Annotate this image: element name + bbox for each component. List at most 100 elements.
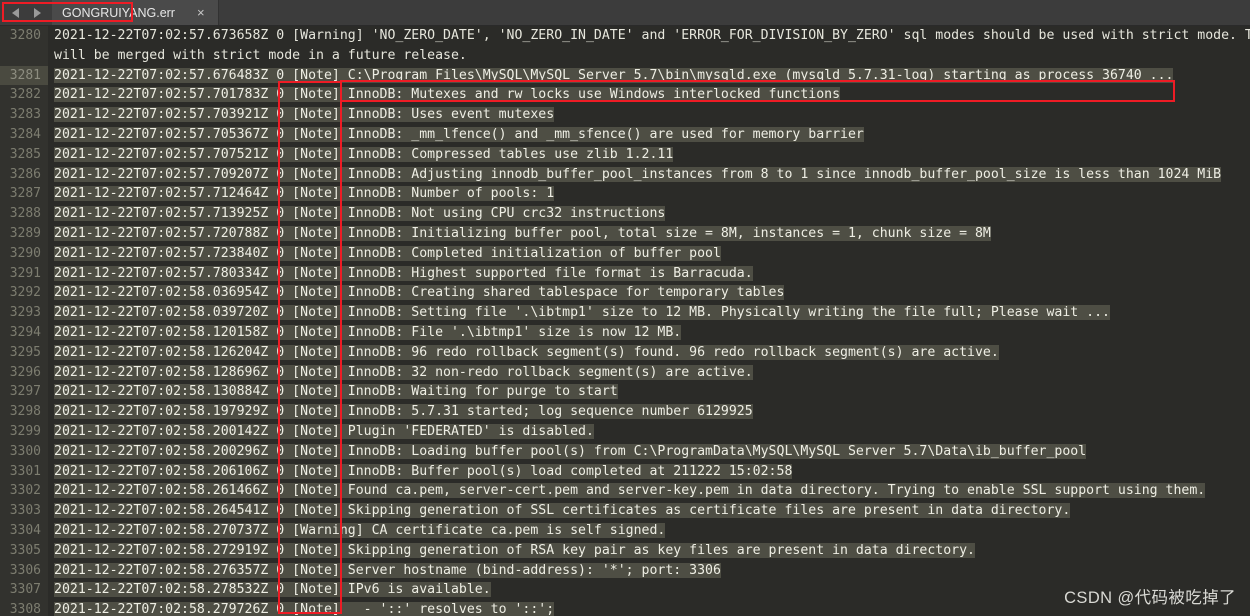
log-line[interactable]: 2021-12-22T07:02:58.270737Z 0 [Warning] … bbox=[48, 521, 1250, 541]
log-line[interactable]: 2021-12-22T07:02:57.780334Z 0 [Note] Inn… bbox=[48, 264, 1250, 284]
line-number: 3287 bbox=[9, 186, 41, 202]
log-line-text: 2021-12-22T07:02:57.701783Z 0 [Note] Inn… bbox=[54, 87, 841, 103]
tab-bar-empty-area bbox=[219, 0, 1250, 25]
tab-label: GONGRUIYANG.err bbox=[62, 5, 175, 20]
log-line[interactable]: 2021-12-22T07:02:58.130884Z 0 [Note] Inn… bbox=[48, 382, 1250, 402]
line-number-gutter: 3280 3281 3282 3283 3284 3285 3286 3287 3288 3289… bbox=[0, 26, 48, 616]
log-line[interactable]: 2021-12-22T07:02:58.128696Z 0 [Note] Inn… bbox=[48, 363, 1250, 383]
log-line[interactable]: 2021-12-22T07:02:57.712464Z 0 [Note] Inn… bbox=[48, 184, 1250, 204]
log-line[interactable]: 2021-12-22T07:02:57.676483Z 0 [Note] C:\… bbox=[48, 66, 1250, 86]
line-number: 3297 bbox=[9, 384, 41, 400]
log-line-text: will be merged with strict mode in a fut… bbox=[54, 47, 467, 63]
log-line[interactable]: 2021-12-22T07:02:58.120158Z 0 [Note] Inn… bbox=[48, 323, 1250, 343]
log-line-text: 2021-12-22T07:02:58.126204Z 0 [Note] Inn… bbox=[54, 344, 999, 360]
line-number: 3280 bbox=[9, 28, 41, 43]
tab-bar: GONGRUIYANG.err × bbox=[0, 0, 1250, 26]
log-line-text: 2021-12-22T07:02:58.261466Z 0 [Note] Fou… bbox=[54, 483, 1206, 499]
log-line[interactable]: 2021-12-22T07:02:57.705367Z 0 [Note] Inn… bbox=[48, 125, 1250, 145]
log-line-text: 2021-12-22T07:02:58.278532Z 0 [Note] IPv… bbox=[54, 582, 491, 598]
log-line[interactable]: 2021-12-22T07:02:58.039720Z 0 [Note] Inn… bbox=[48, 303, 1250, 323]
log-line[interactable]: 2021-12-22T07:02:58.276357Z 0 [Note] Ser… bbox=[48, 561, 1250, 581]
log-line[interactable]: 2021-12-22T07:02:58.206106Z 0 [Note] Inn… bbox=[48, 462, 1250, 482]
log-line[interactable]: 2021-12-22T07:02:57.720788Z 0 [Note] Inn… bbox=[48, 224, 1250, 244]
line-number: 3307 bbox=[9, 582, 41, 598]
log-line-text: 2021-12-22T07:02:58.276357Z 0 [Note] Ser… bbox=[54, 562, 721, 578]
log-line-text: 2021-12-22T07:02:58.039720Z 0 [Note] Inn… bbox=[54, 305, 1110, 321]
log-line-text: 2021-12-22T07:02:57.703921Z 0 [Note] Inn… bbox=[54, 107, 555, 123]
line-number: 3285 bbox=[9, 146, 41, 162]
log-line-text: 2021-12-22T07:02:58.200296Z 0 [Note] Inn… bbox=[54, 443, 1087, 459]
line-number: 3295 bbox=[9, 344, 41, 360]
line-number: 3303 bbox=[9, 503, 41, 519]
line-number: 3300 bbox=[9, 443, 41, 459]
line-number: 3299 bbox=[9, 423, 41, 439]
log-line[interactable]: 2021-12-22T07:02:58.261466Z 0 [Note] Fou… bbox=[48, 481, 1250, 501]
tab-nav-arrows[interactable] bbox=[0, 0, 52, 25]
line-number: 3290 bbox=[9, 245, 41, 261]
log-editor[interactable]: 3280 3281 3282 3283 3284 3285 3286 3287 3288 3289… bbox=[0, 26, 1250, 616]
log-line-text: 2021-12-22T07:02:57.673658Z 0 [Warning] … bbox=[54, 28, 1250, 43]
log-line-text: 2021-12-22T07:02:57.676483Z 0 [Note] C:\… bbox=[54, 67, 1174, 83]
log-line-text: 2021-12-22T07:02:57.712464Z 0 [Note] Inn… bbox=[54, 186, 555, 202]
log-line[interactable]: 2021-12-22T07:02:58.264541Z 0 [Note] Ski… bbox=[48, 501, 1250, 521]
line-number: 3298 bbox=[9, 404, 41, 420]
log-line-text: 2021-12-22T07:02:58.206106Z 0 [Note] Inn… bbox=[54, 463, 793, 479]
log-line-text: 2021-12-22T07:02:58.279726Z 0 [Note] - '… bbox=[54, 602, 555, 616]
log-line[interactable]: 2021-12-22T07:02:57.673658Z 0 [Warning] … bbox=[48, 26, 1250, 46]
close-icon[interactable]: × bbox=[197, 6, 205, 19]
log-line[interactable]: 2021-12-22T07:02:57.701783Z 0 [Note] Inn… bbox=[48, 85, 1250, 105]
log-line-text: 2021-12-22T07:02:58.130884Z 0 [Note] Inn… bbox=[54, 384, 618, 400]
log-line[interactable]: 2021-12-22T07:02:57.723840Z 0 [Note] Inn… bbox=[48, 244, 1250, 264]
log-line-text: 2021-12-22T07:02:58.197929Z 0 [Note] Inn… bbox=[54, 404, 753, 420]
log-line[interactable]: 2021-12-22T07:02:58.278532Z 0 [Note] IPv… bbox=[48, 580, 1250, 600]
line-number bbox=[0, 46, 48, 66]
log-line-text: 2021-12-22T07:02:58.200142Z 0 [Note] Plu… bbox=[54, 423, 594, 439]
line-number: 3289 bbox=[9, 225, 41, 241]
line-number: 3282 bbox=[9, 87, 41, 103]
line-number: 3308 bbox=[9, 602, 41, 616]
log-line-text: 2021-12-22T07:02:58.270737Z 0 [Warning] … bbox=[54, 522, 666, 538]
log-line-text: 2021-12-22T07:02:57.713925Z 0 [Note] Inn… bbox=[54, 206, 666, 222]
log-line[interactable]: 2021-12-22T07:02:57.713925Z 0 [Note] Inn… bbox=[48, 204, 1250, 224]
log-line[interactable]: 2021-12-22T07:02:58.126204Z 0 [Note] Inn… bbox=[48, 343, 1250, 363]
log-line-text: 2021-12-22T07:02:58.272919Z 0 [Note] Ski… bbox=[54, 542, 975, 558]
line-number: 3305 bbox=[9, 542, 41, 558]
log-line[interactable]: will be merged with strict mode in a fut… bbox=[48, 46, 1250, 66]
log-line[interactable]: 2021-12-22T07:02:58.272919Z 0 [Note] Ski… bbox=[48, 541, 1250, 561]
line-number: 3296 bbox=[9, 364, 41, 380]
line-number: 3294 bbox=[9, 324, 41, 340]
log-line-text: 2021-12-22T07:02:58.036954Z 0 [Note] Inn… bbox=[54, 285, 785, 301]
line-number: 3281 bbox=[0, 65, 48, 86]
log-line[interactable]: 2021-12-22T07:02:58.279726Z 0 [Note] - '… bbox=[48, 600, 1250, 616]
log-line[interactable]: 2021-12-22T07:02:58.200296Z 0 [Note] Inn… bbox=[48, 442, 1250, 462]
log-line-text: 2021-12-22T07:02:57.723840Z 0 [Note] Inn… bbox=[54, 245, 721, 261]
tab-gongruiyang-err[interactable]: GONGRUIYANG.err × bbox=[52, 0, 219, 25]
line-number: 3293 bbox=[9, 305, 41, 321]
prev-tab-arrow-icon[interactable] bbox=[11, 7, 19, 18]
log-line[interactable]: 2021-12-22T07:02:57.703921Z 0 [Note] Inn… bbox=[48, 105, 1250, 125]
log-lines[interactable]: 2021-12-22T07:02:57.673658Z 0 [Warning] … bbox=[48, 26, 1250, 616]
log-line[interactable]: 2021-12-22T07:02:58.036954Z 0 [Note] Inn… bbox=[48, 283, 1250, 303]
line-number: 3292 bbox=[9, 285, 41, 301]
log-line[interactable]: 2021-12-22T07:02:58.197929Z 0 [Note] Inn… bbox=[48, 402, 1250, 422]
line-number: 3291 bbox=[9, 265, 41, 281]
log-line-text: 2021-12-22T07:02:58.128696Z 0 [Note] Inn… bbox=[54, 364, 753, 380]
log-line-text: 2021-12-22T07:02:57.709207Z 0 [Note] Inn… bbox=[54, 166, 1222, 182]
log-line[interactable]: 2021-12-22T07:02:58.200142Z 0 [Note] Plu… bbox=[48, 422, 1250, 442]
log-line-text: 2021-12-22T07:02:57.707521Z 0 [Note] Inn… bbox=[54, 146, 674, 162]
next-tab-arrow-icon[interactable] bbox=[33, 7, 41, 18]
line-number: 3284 bbox=[9, 126, 41, 142]
log-line-text: 2021-12-22T07:02:58.264541Z 0 [Note] Ski… bbox=[54, 503, 1071, 519]
line-number: 3286 bbox=[9, 166, 41, 182]
line-number: 3301 bbox=[9, 463, 41, 479]
log-line-text: 2021-12-22T07:02:57.780334Z 0 [Note] Inn… bbox=[54, 265, 753, 281]
line-number: 3304 bbox=[9, 522, 41, 538]
log-line[interactable]: 2021-12-22T07:02:57.707521Z 0 [Note] Inn… bbox=[48, 145, 1250, 165]
log-line-text: 2021-12-22T07:02:58.120158Z 0 [Note] Inn… bbox=[54, 324, 682, 340]
log-line-text: 2021-12-22T07:02:57.705367Z 0 [Note] Inn… bbox=[54, 126, 864, 142]
log-line[interactable]: 2021-12-22T07:02:57.709207Z 0 [Note] Inn… bbox=[48, 165, 1250, 185]
line-number: 3283 bbox=[9, 107, 41, 123]
line-number: 3306 bbox=[9, 562, 41, 578]
line-number: 3302 bbox=[9, 483, 41, 499]
line-number: 3288 bbox=[9, 206, 41, 222]
